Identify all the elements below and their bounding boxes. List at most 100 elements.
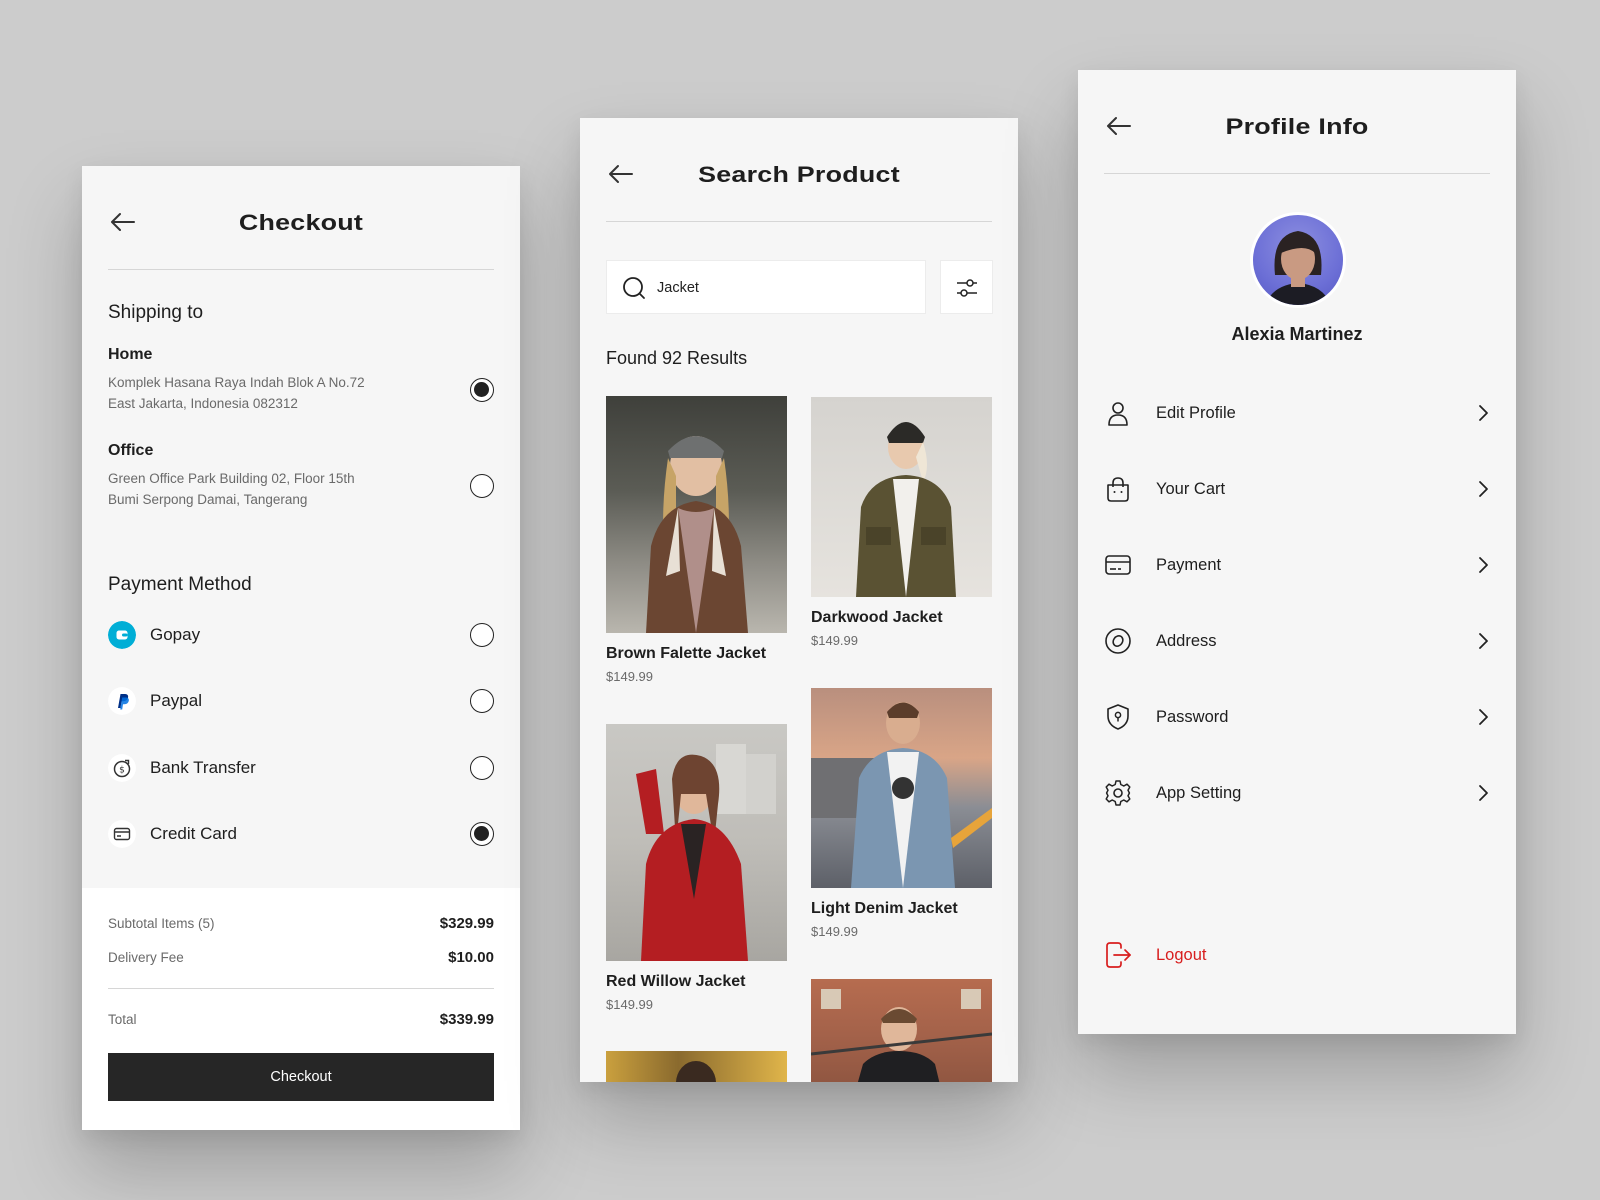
gear-icon — [1105, 780, 1131, 806]
product-name: Darkwood Jacket — [811, 609, 943, 626]
menu-label: Edit Profile — [1156, 404, 1236, 422]
payment-label: Paypal — [150, 691, 202, 710]
payment-title: Payment Method — [108, 574, 252, 595]
shipping-title: Shipping to — [108, 302, 204, 323]
subtotal-value: $329.99 — [439, 915, 494, 932]
menu-item-your-cart[interactable]: Your Cart — [1104, 467, 1490, 511]
product-card[interactable] — [811, 979, 992, 1082]
menu-label: App Setting — [1156, 784, 1242, 802]
address-line: East Jakarta, Indonesia 082312 — [108, 396, 298, 411]
product-card[interactable]: Light Denim Jacket $149.99 — [811, 688, 992, 939]
product-card[interactable]: Brown Falette Jacket $149.99 — [606, 396, 787, 684]
search-icon — [623, 277, 645, 299]
address-name: Office — [108, 442, 154, 459]
checkout-header: Checkout — [108, 166, 494, 270]
total-value: $339.99 — [439, 1011, 494, 1028]
address-line: Komplek Hasana Raya Indah Blok A No.72 — [108, 375, 365, 390]
product-name: Light Denim Jacket — [811, 900, 958, 917]
product-price: $149.99 — [606, 669, 653, 684]
logout-button[interactable]: Logout — [1104, 933, 1490, 977]
address-line: Bumi Serpong Damai, Tangerang — [108, 492, 308, 507]
credit-card-icon — [108, 820, 136, 848]
product-image — [606, 396, 787, 633]
delivery-label: Delivery Fee — [108, 950, 184, 965]
search-header: Search Product — [606, 118, 992, 222]
menu-label: Password — [1156, 708, 1229, 726]
payment-radio[interactable] — [470, 756, 494, 780]
bag-icon — [1107, 477, 1129, 502]
search-box[interactable] — [606, 260, 926, 314]
filter-button[interactable] — [940, 260, 993, 314]
payment-option-bank-transfer[interactable]: $ Bank Transfer — [108, 752, 494, 784]
total-label: Total — [108, 1012, 137, 1027]
product-name: Red Willow Jacket — [606, 973, 746, 990]
location-icon — [1105, 628, 1131, 654]
page-title: Search Product — [698, 162, 900, 187]
product-price: $149.99 — [606, 997, 653, 1012]
profile-header: Profile Info — [1104, 70, 1490, 174]
search-screen: Search Product Found 92 Results — [580, 118, 1018, 1082]
payment-option-paypal[interactable]: Paypal — [108, 685, 494, 717]
payment-radio[interactable] — [470, 822, 494, 846]
order-summary: Subtotal Items (5) $329.99 Delivery Fee … — [82, 888, 520, 1130]
menu-label: Payment — [1156, 556, 1222, 574]
user-icon — [1108, 402, 1128, 426]
checkout-button[interactable]: Checkout — [108, 1053, 494, 1101]
payment-radio[interactable] — [470, 689, 494, 713]
filter-sliders-icon — [957, 279, 977, 297]
product-image — [811, 688, 992, 888]
product-image — [606, 1051, 787, 1082]
subtotal-label: Subtotal Items (5) — [108, 916, 215, 931]
user-name: Alexia Martinez — [1231, 324, 1363, 344]
menu-item-app-setting[interactable]: App Setting — [1104, 771, 1490, 815]
menu-item-password[interactable]: Password — [1104, 695, 1490, 739]
menu-item-payment[interactable]: Payment — [1104, 543, 1490, 587]
chevron-right-icon — [1479, 785, 1488, 801]
profile-screen: Profile Info Alexia Martinez Edit Profil… — [1078, 70, 1516, 1034]
menu-item-address[interactable]: Address — [1104, 619, 1490, 663]
logout-label: Logout — [1156, 946, 1207, 964]
payment-option-gopay[interactable]: Gopay — [108, 619, 494, 651]
chevron-right-icon — [1479, 481, 1488, 497]
chevron-right-icon — [1479, 633, 1488, 649]
product-card[interactable]: Red Willow Jacket $149.99 — [606, 724, 787, 1012]
product-price: $149.99 — [811, 633, 858, 648]
product-image — [811, 979, 992, 1082]
results-count: Found 92 Results — [606, 348, 748, 368]
bank-transfer-icon: $ — [108, 754, 136, 782]
paypal-icon — [108, 687, 136, 715]
search-input[interactable] — [657, 276, 907, 300]
product-card[interactable] — [606, 1051, 787, 1082]
avatar[interactable] — [1250, 212, 1346, 308]
product-image — [606, 724, 787, 961]
page-title: Checkout — [238, 210, 364, 235]
menu-item-edit-profile[interactable]: Edit Profile — [1104, 391, 1490, 435]
chevron-right-icon — [1479, 709, 1488, 725]
product-card[interactable]: Darkwood Jacket $149.99 — [811, 397, 992, 648]
product-image — [811, 397, 992, 597]
checkout-screen: Checkout Shipping to Home Komplek Hasana… — [82, 166, 520, 1130]
menu-label: Address — [1156, 632, 1217, 650]
address-line: Green Office Park Building 02, Floor 15t… — [108, 471, 355, 486]
shield-lock-icon — [1107, 704, 1129, 730]
payment-label: Gopay — [150, 625, 201, 644]
chevron-right-icon — [1479, 405, 1488, 421]
address-name: Home — [108, 346, 153, 363]
divider — [108, 988, 494, 989]
product-price: $149.99 — [811, 924, 858, 939]
payment-label: Credit Card — [150, 824, 237, 843]
product-name: Brown Falette Jacket — [606, 645, 767, 662]
address-radio-home[interactable] — [470, 378, 494, 402]
menu-label: Your Cart — [1156, 480, 1226, 498]
address-radio-office[interactable] — [470, 474, 494, 498]
page-title: Profile Info — [1225, 114, 1369, 139]
logout-icon — [1106, 942, 1131, 968]
svg-text:$: $ — [119, 766, 125, 776]
gopay-icon — [108, 621, 136, 649]
payment-label: Bank Transfer — [150, 758, 256, 777]
payment-radio[interactable] — [470, 623, 494, 647]
card-icon — [1105, 555, 1131, 575]
payment-option-credit-card[interactable]: Credit Card — [108, 818, 494, 850]
chevron-right-icon — [1479, 557, 1488, 573]
delivery-value: $10.00 — [448, 949, 494, 966]
